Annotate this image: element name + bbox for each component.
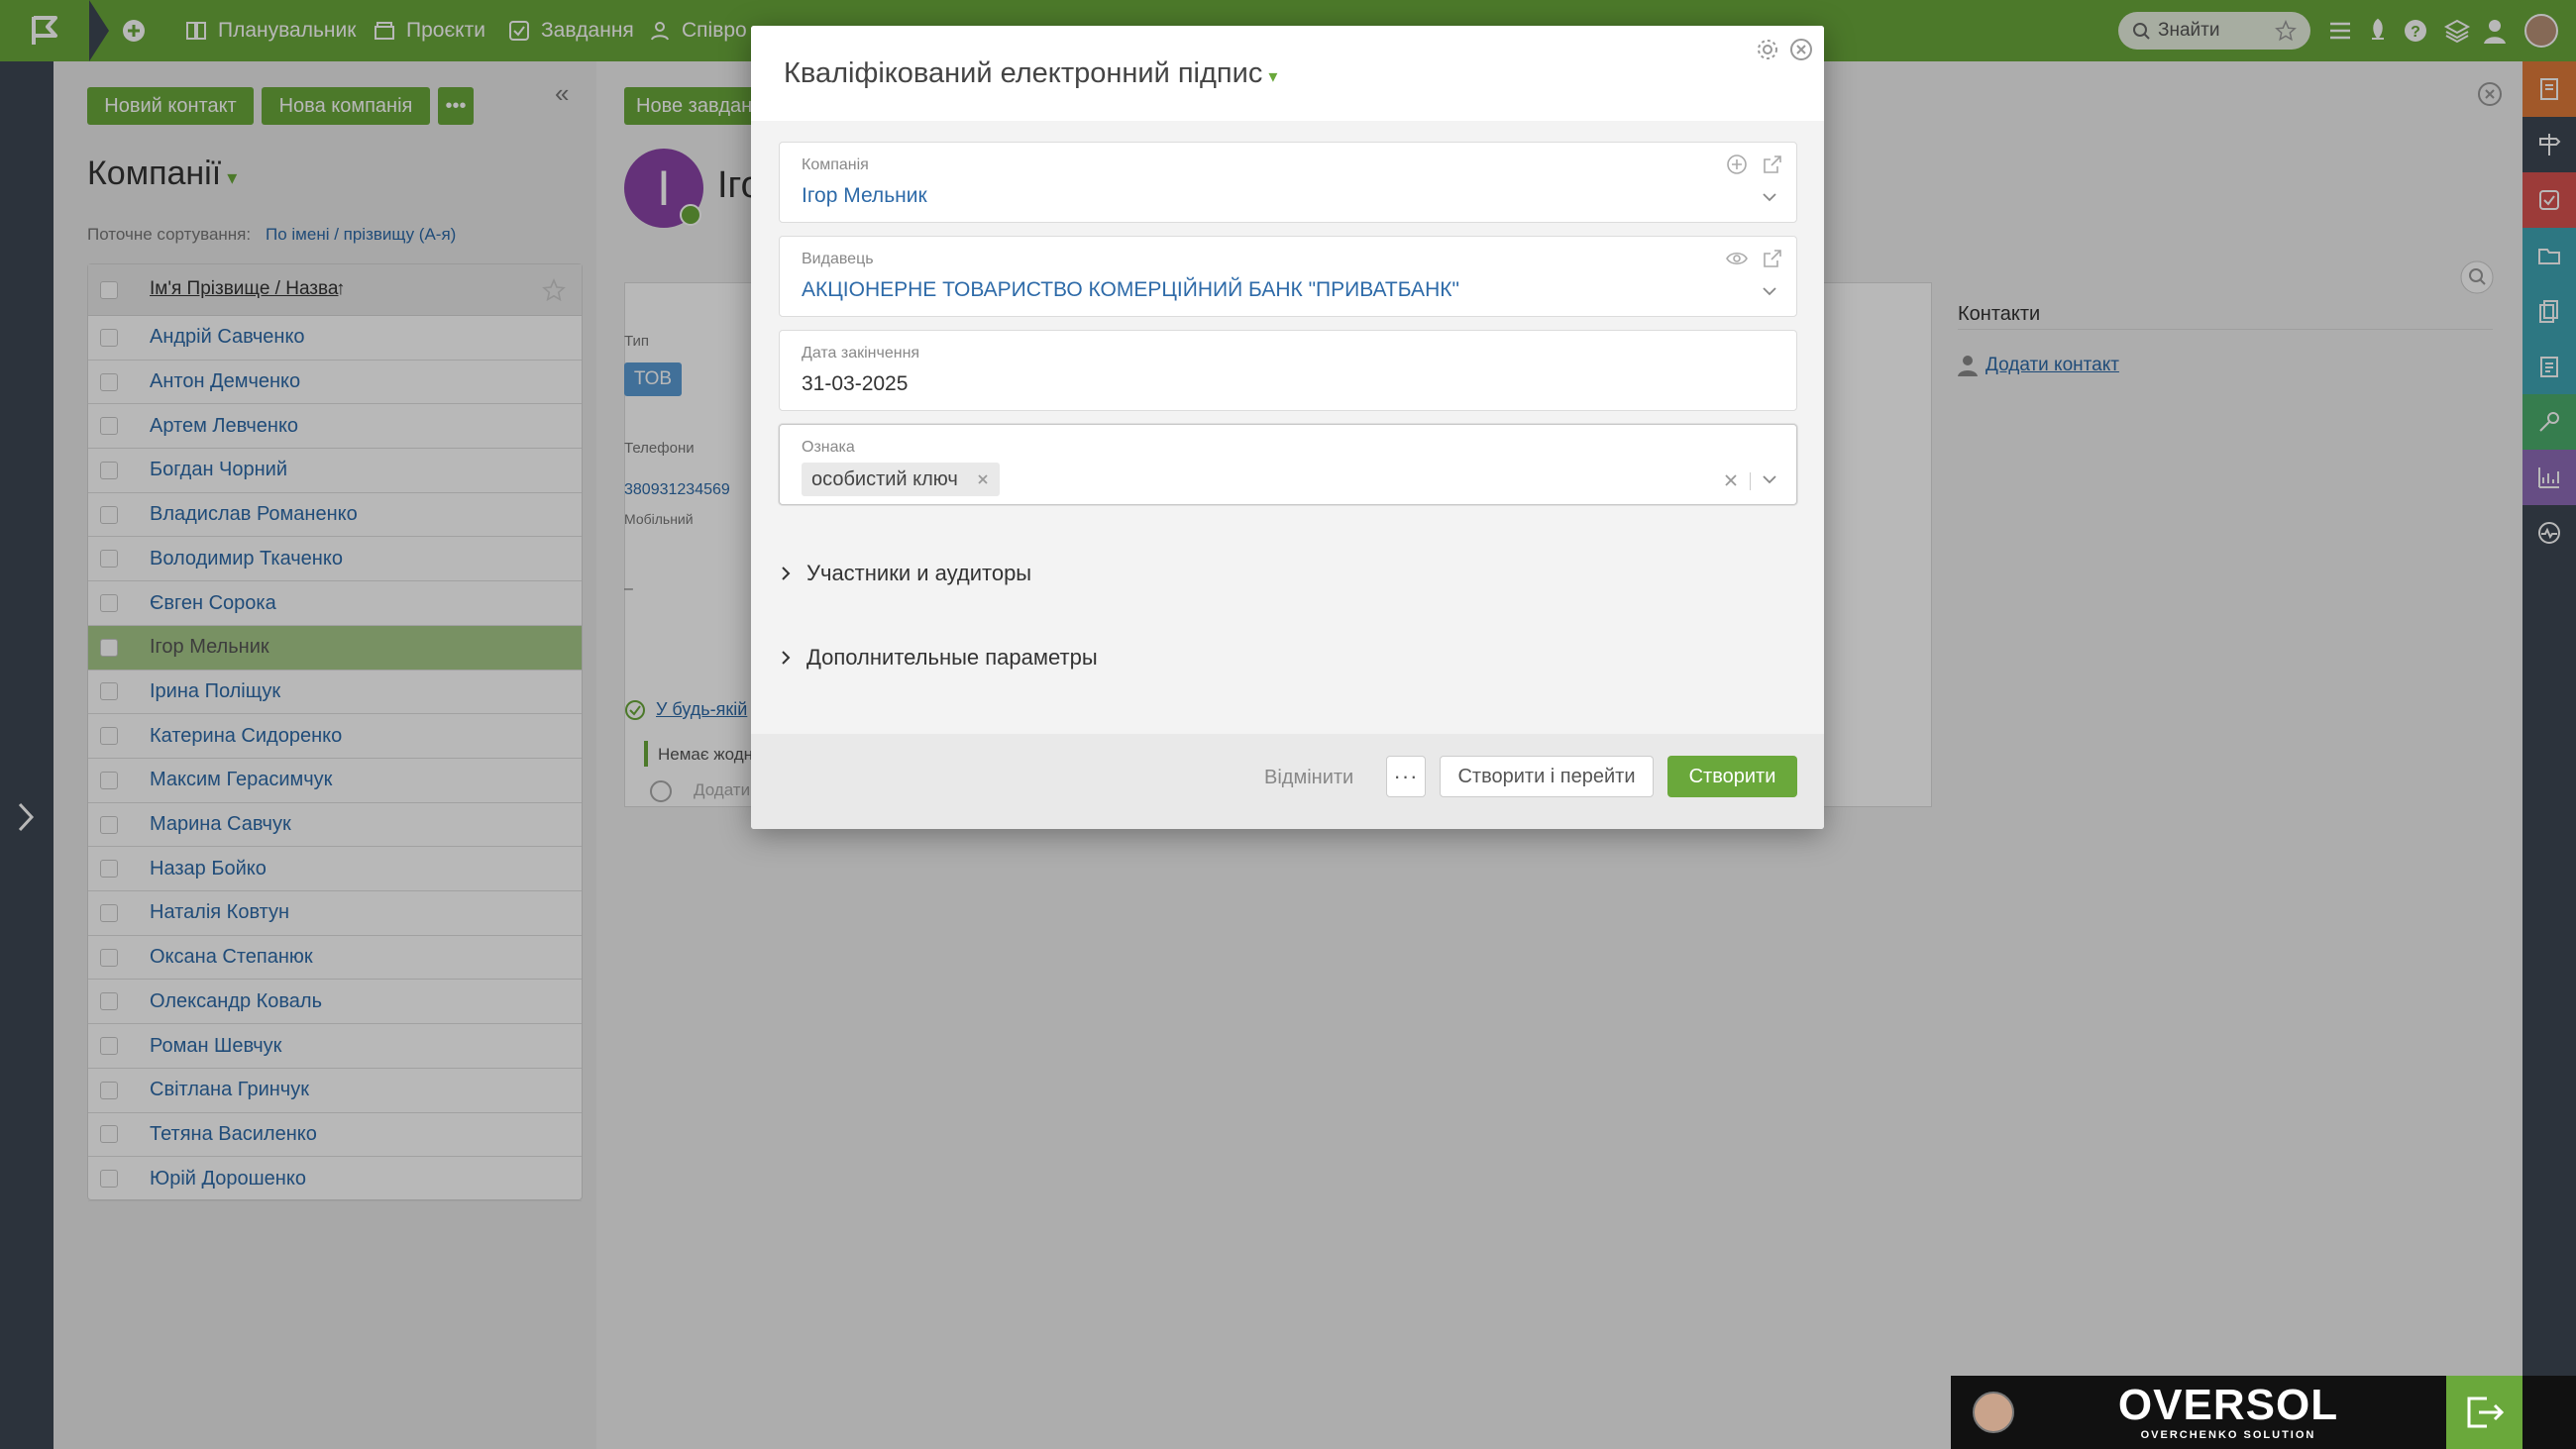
field-label: Дата закінчення [802, 345, 920, 362]
cancel-button[interactable]: Відмінити [1264, 767, 1353, 789]
chevron-right-icon [782, 567, 791, 580]
clear-icon[interactable] [1723, 472, 1739, 488]
create-and-open-button[interactable]: Створити і перейти [1440, 756, 1654, 797]
separator [1750, 472, 1751, 490]
brand-tagline: OVERCHENKO SOLUTION [2140, 1429, 2316, 1441]
signature-modal: Кваліфікований електронний підпис ▾ Компа… [751, 26, 1824, 829]
title-dropdown-icon[interactable]: ▾ [1268, 66, 1277, 86]
tag-chip: особистий ключ [802, 463, 1000, 496]
field-label: Видавець [802, 251, 874, 267]
field-label: Ознака [802, 439, 855, 456]
section-label: Дополнительные параметры [806, 645, 1098, 670]
chevron-right-icon [782, 651, 791, 665]
issuer-field[interactable]: Видавець АКЦІОНЕРНЕ ТОВАРИСТВО КОМЕРЦІЙН… [779, 236, 1797, 317]
remove-tag-icon[interactable] [976, 472, 990, 486]
tag-field[interactable]: Ознака особистий ключ [779, 424, 1797, 505]
expiry-date-value[interactable]: 31-03-2025 [802, 372, 908, 396]
participants-section-toggle[interactable]: Участники и аудиторы [779, 554, 1031, 593]
brand-footer: OVERSOL OVERCHENKO SOLUTION [1951, 1376, 2576, 1449]
company-value[interactable]: Ігор Мельник [802, 184, 927, 208]
section-label: Участники и аудиторы [806, 561, 1032, 585]
create-button[interactable]: Створити [1667, 756, 1797, 797]
chevron-down-icon[interactable] [1759, 280, 1780, 302]
logout-button[interactable] [2446, 1376, 2522, 1449]
close-icon[interactable] [1789, 38, 1813, 61]
field-label: Компанія [802, 156, 869, 173]
modal-footer: Відмінити ··· Створити і перейти Створит… [751, 734, 1824, 829]
chevron-down-icon[interactable] [1759, 186, 1780, 208]
eye-icon[interactable] [1725, 247, 1749, 270]
external-link-icon[interactable] [1761, 247, 1784, 270]
settings-icon[interactable] [1756, 38, 1779, 61]
chevron-down-icon[interactable] [1759, 468, 1780, 490]
modal-header: Кваліфікований електронний підпис ▾ [751, 26, 1824, 121]
logout-icon [2467, 1397, 2504, 1428]
modal-title[interactable]: Кваліфікований електронний підпис ▾ [784, 57, 1277, 90]
params-section-toggle[interactable]: Дополнительные параметры [779, 638, 1098, 677]
plus-circle-icon[interactable] [1725, 153, 1749, 176]
tag-chip-label: особистий ключ [811, 467, 958, 490]
external-link-icon[interactable] [1761, 153, 1784, 176]
issuer-value[interactable]: АКЦІОНЕРНЕ ТОВАРИСТВО КОМЕРЦІЙНИЙ БАНК "… [802, 278, 1459, 302]
brand-avatar [1973, 1392, 2014, 1433]
modal-title-text: Кваліфікований електронний підпис [784, 57, 1263, 89]
more-button[interactable]: ··· [1386, 756, 1426, 797]
company-field[interactable]: Компанія Ігор Мельник [779, 142, 1797, 223]
expiry-date-field[interactable]: Дата закінчення 31-03-2025 [779, 330, 1797, 411]
brand-name: OVERSOL [2117, 1381, 2339, 1429]
